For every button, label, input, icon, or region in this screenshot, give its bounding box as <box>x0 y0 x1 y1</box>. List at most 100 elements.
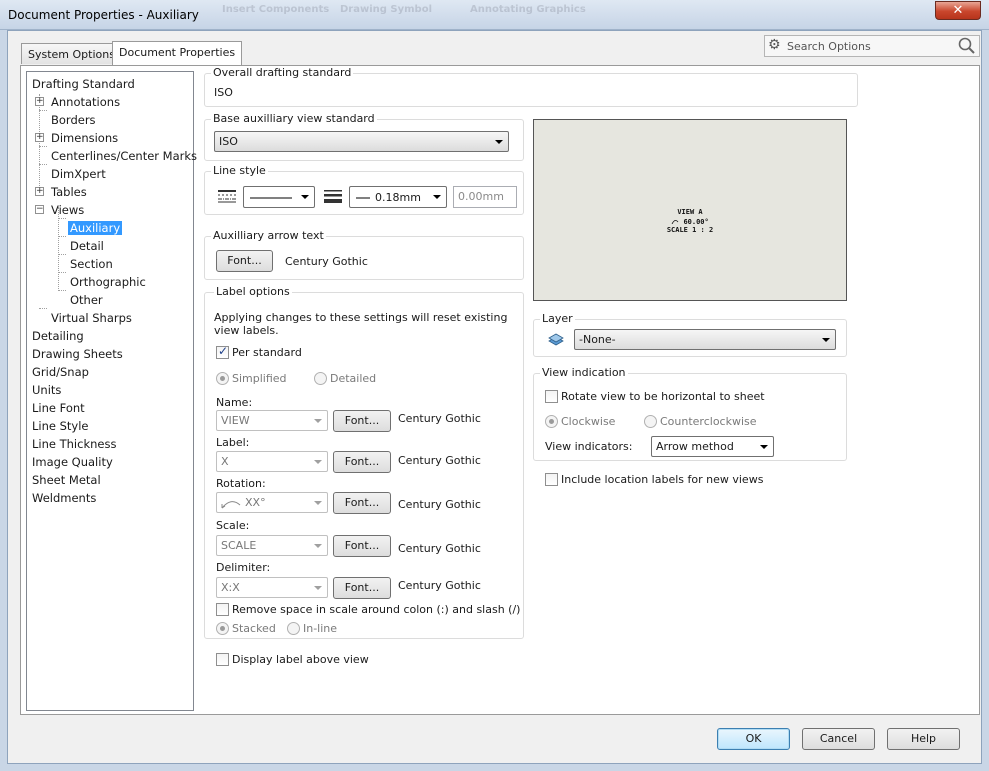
close-button[interactable]: ✕ <box>935 1 981 20</box>
label-font-button[interactable]: Font... <box>333 451 391 473</box>
tab-label: Document Properties <box>119 46 236 59</box>
tree-item-drafting-standard[interactable]: Drafting Standard <box>32 76 135 93</box>
search-placeholder: Search Options <box>787 40 871 53</box>
preview-view-name: VIEW A <box>677 208 703 216</box>
display-above-label: Display label above view <box>232 653 369 666</box>
expand-icon[interactable]: + <box>35 187 44 196</box>
scale-label: Scale: <box>216 519 250 532</box>
tree-item-detail[interactable]: Detail <box>70 238 104 255</box>
detailed-radio[interactable] <box>314 372 327 385</box>
tree-item-auxiliary[interactable]: Auxiliary <box>68 220 123 237</box>
tree-item-section[interactable]: Section <box>70 256 113 273</box>
per-standard-checkbox[interactable] <box>216 344 229 359</box>
remove-space-checkbox[interactable] <box>216 603 229 616</box>
simplified-radio[interactable] <box>216 372 229 385</box>
background-ghost-text: Insert Components <box>222 4 330 15</box>
base-view-select[interactable]: ISO <box>214 131 509 152</box>
view-preview: VIEW A 60.00° SCALE 1 : 2 <box>533 119 847 301</box>
tree-item-image-quality[interactable]: Image Quality <box>32 454 113 471</box>
tree-item-grid-snap[interactable]: Grid/Snap <box>32 364 89 381</box>
search-box[interactable]: ⚙ Search Options <box>764 35 980 57</box>
help-button[interactable]: Help <box>887 728 960 750</box>
tree-item-line-style[interactable]: Line Style <box>32 418 89 435</box>
stacked-radio[interactable] <box>216 622 229 635</box>
chevron-down-icon <box>314 419 322 423</box>
tree-item-views[interactable]: Views <box>51 202 84 219</box>
label-label: Label: <box>216 436 250 449</box>
collapse-icon[interactable]: − <box>35 205 44 214</box>
tree-item-annotations[interactable]: Annotations <box>51 94 120 111</box>
name-label: Name: <box>216 396 253 409</box>
cancel-button[interactable]: Cancel <box>802 728 875 750</box>
remove-space-label: Remove space in scale around colon (:) a… <box>232 603 521 616</box>
tree-item-tables[interactable]: Tables <box>51 184 87 201</box>
inline-label: In-line <box>303 622 338 635</box>
solid-line-icon <box>250 197 292 199</box>
line-thickness-select[interactable]: 0.18mm <box>349 186 447 208</box>
line-thickness-icon <box>324 190 342 203</box>
tree-item-units[interactable]: Units <box>32 382 61 399</box>
expand-icon[interactable]: + <box>35 133 44 142</box>
display-above-checkbox[interactable] <box>216 653 229 666</box>
tree-item-centerlines[interactable]: Centerlines/Center Marks <box>51 148 197 165</box>
line-thickness-value: 0.18mm <box>375 191 421 204</box>
delimiter-font-button[interactable]: Font... <box>333 577 391 599</box>
preview-scale: SCALE 1 : 2 <box>666 226 714 234</box>
include-location-checkbox[interactable] <box>545 473 558 486</box>
tree-item-weldments[interactable]: Weldments <box>32 490 96 507</box>
expand-icon[interactable]: + <box>35 97 44 106</box>
label-font-name: Century Gothic <box>398 454 481 467</box>
tab-system-options[interactable]: System Options <box>21 43 122 64</box>
ok-button[interactable]: OK <box>717 728 790 750</box>
background-ghost-text: Annotating Graphics <box>470 4 586 15</box>
clockwise-label: Clockwise <box>561 415 616 428</box>
base-view-label: Base auxilliary view standard <box>211 112 377 125</box>
inline-radio[interactable] <box>287 622 300 635</box>
name-font-button[interactable]: Font... <box>333 410 391 432</box>
name-select[interactable]: VIEW <box>216 410 328 431</box>
rotation-font-button[interactable]: Font... <box>333 492 391 514</box>
tree-item-dimensions[interactable]: Dimensions <box>51 130 118 147</box>
delimiter-select[interactable]: X:X <box>216 577 328 598</box>
tree-item-borders[interactable]: Borders <box>51 112 96 129</box>
chevron-down-icon <box>301 195 309 199</box>
layer-label: Layer <box>540 312 575 325</box>
tree-item-line-thickness[interactable]: Line Thickness <box>32 436 116 453</box>
line-font-select[interactable] <box>243 186 315 208</box>
custom-thickness-field[interactable]: 0.00mm <box>453 186 517 208</box>
delimiter-label: Delimiter: <box>216 561 271 574</box>
label-select[interactable]: X <box>216 451 328 472</box>
arrow-text-font-button[interactable]: Font... <box>216 250 273 272</box>
tree-item-detailing[interactable]: Detailing <box>32 328 84 345</box>
tree-item-line-font[interactable]: Line Font <box>32 400 85 417</box>
tab-document-properties[interactable]: Document Properties <box>112 41 243 65</box>
clockwise-radio[interactable] <box>545 415 558 428</box>
tree-item-drawing-sheets[interactable]: Drawing Sheets <box>32 346 123 363</box>
rotation-label: Rotation: <box>216 477 266 490</box>
scale-font-button[interactable]: Font... <box>333 535 391 557</box>
search-icon[interactable] <box>958 37 976 55</box>
close-icon: ✕ <box>952 3 964 18</box>
gear-icon[interactable]: ⚙ <box>768 37 781 53</box>
scale-font-name: Century Gothic <box>398 542 481 555</box>
layer-select[interactable]: -None- <box>574 329 836 350</box>
counterclockwise-radio[interactable] <box>644 415 657 428</box>
tree-item-orthographic[interactable]: Orthographic <box>70 274 146 291</box>
window-title: Document Properties - Auxiliary <box>8 8 199 22</box>
tree-item-virtual-sharps[interactable]: Virtual Sharps <box>51 310 132 327</box>
tree-item-sheet-metal[interactable]: Sheet Metal <box>32 472 101 489</box>
tree-item-dimxpert[interactable]: DimXpert <box>51 166 106 183</box>
per-standard-label: Per standard <box>232 346 302 359</box>
tree-item-other[interactable]: Other <box>70 292 103 309</box>
chevron-down-icon <box>495 140 503 144</box>
rotation-select[interactable]: XX° <box>216 492 328 513</box>
view-indicators-select[interactable]: Arrow method <box>651 436 774 457</box>
scale-select[interactable]: SCALE <box>216 535 328 556</box>
dialog-body: System Options Document Properties ⚙ Sea… <box>7 30 982 764</box>
label-note-line2: view labels. <box>214 324 279 337</box>
rotate-view-label: Rotate view to be horizontal to sheet <box>561 390 765 403</box>
chevron-down-icon <box>760 445 768 449</box>
view-indicators-label: View indicators: <box>545 440 633 453</box>
rotate-view-checkbox[interactable] <box>545 390 558 403</box>
overall-standard-value: ISO <box>214 86 233 99</box>
